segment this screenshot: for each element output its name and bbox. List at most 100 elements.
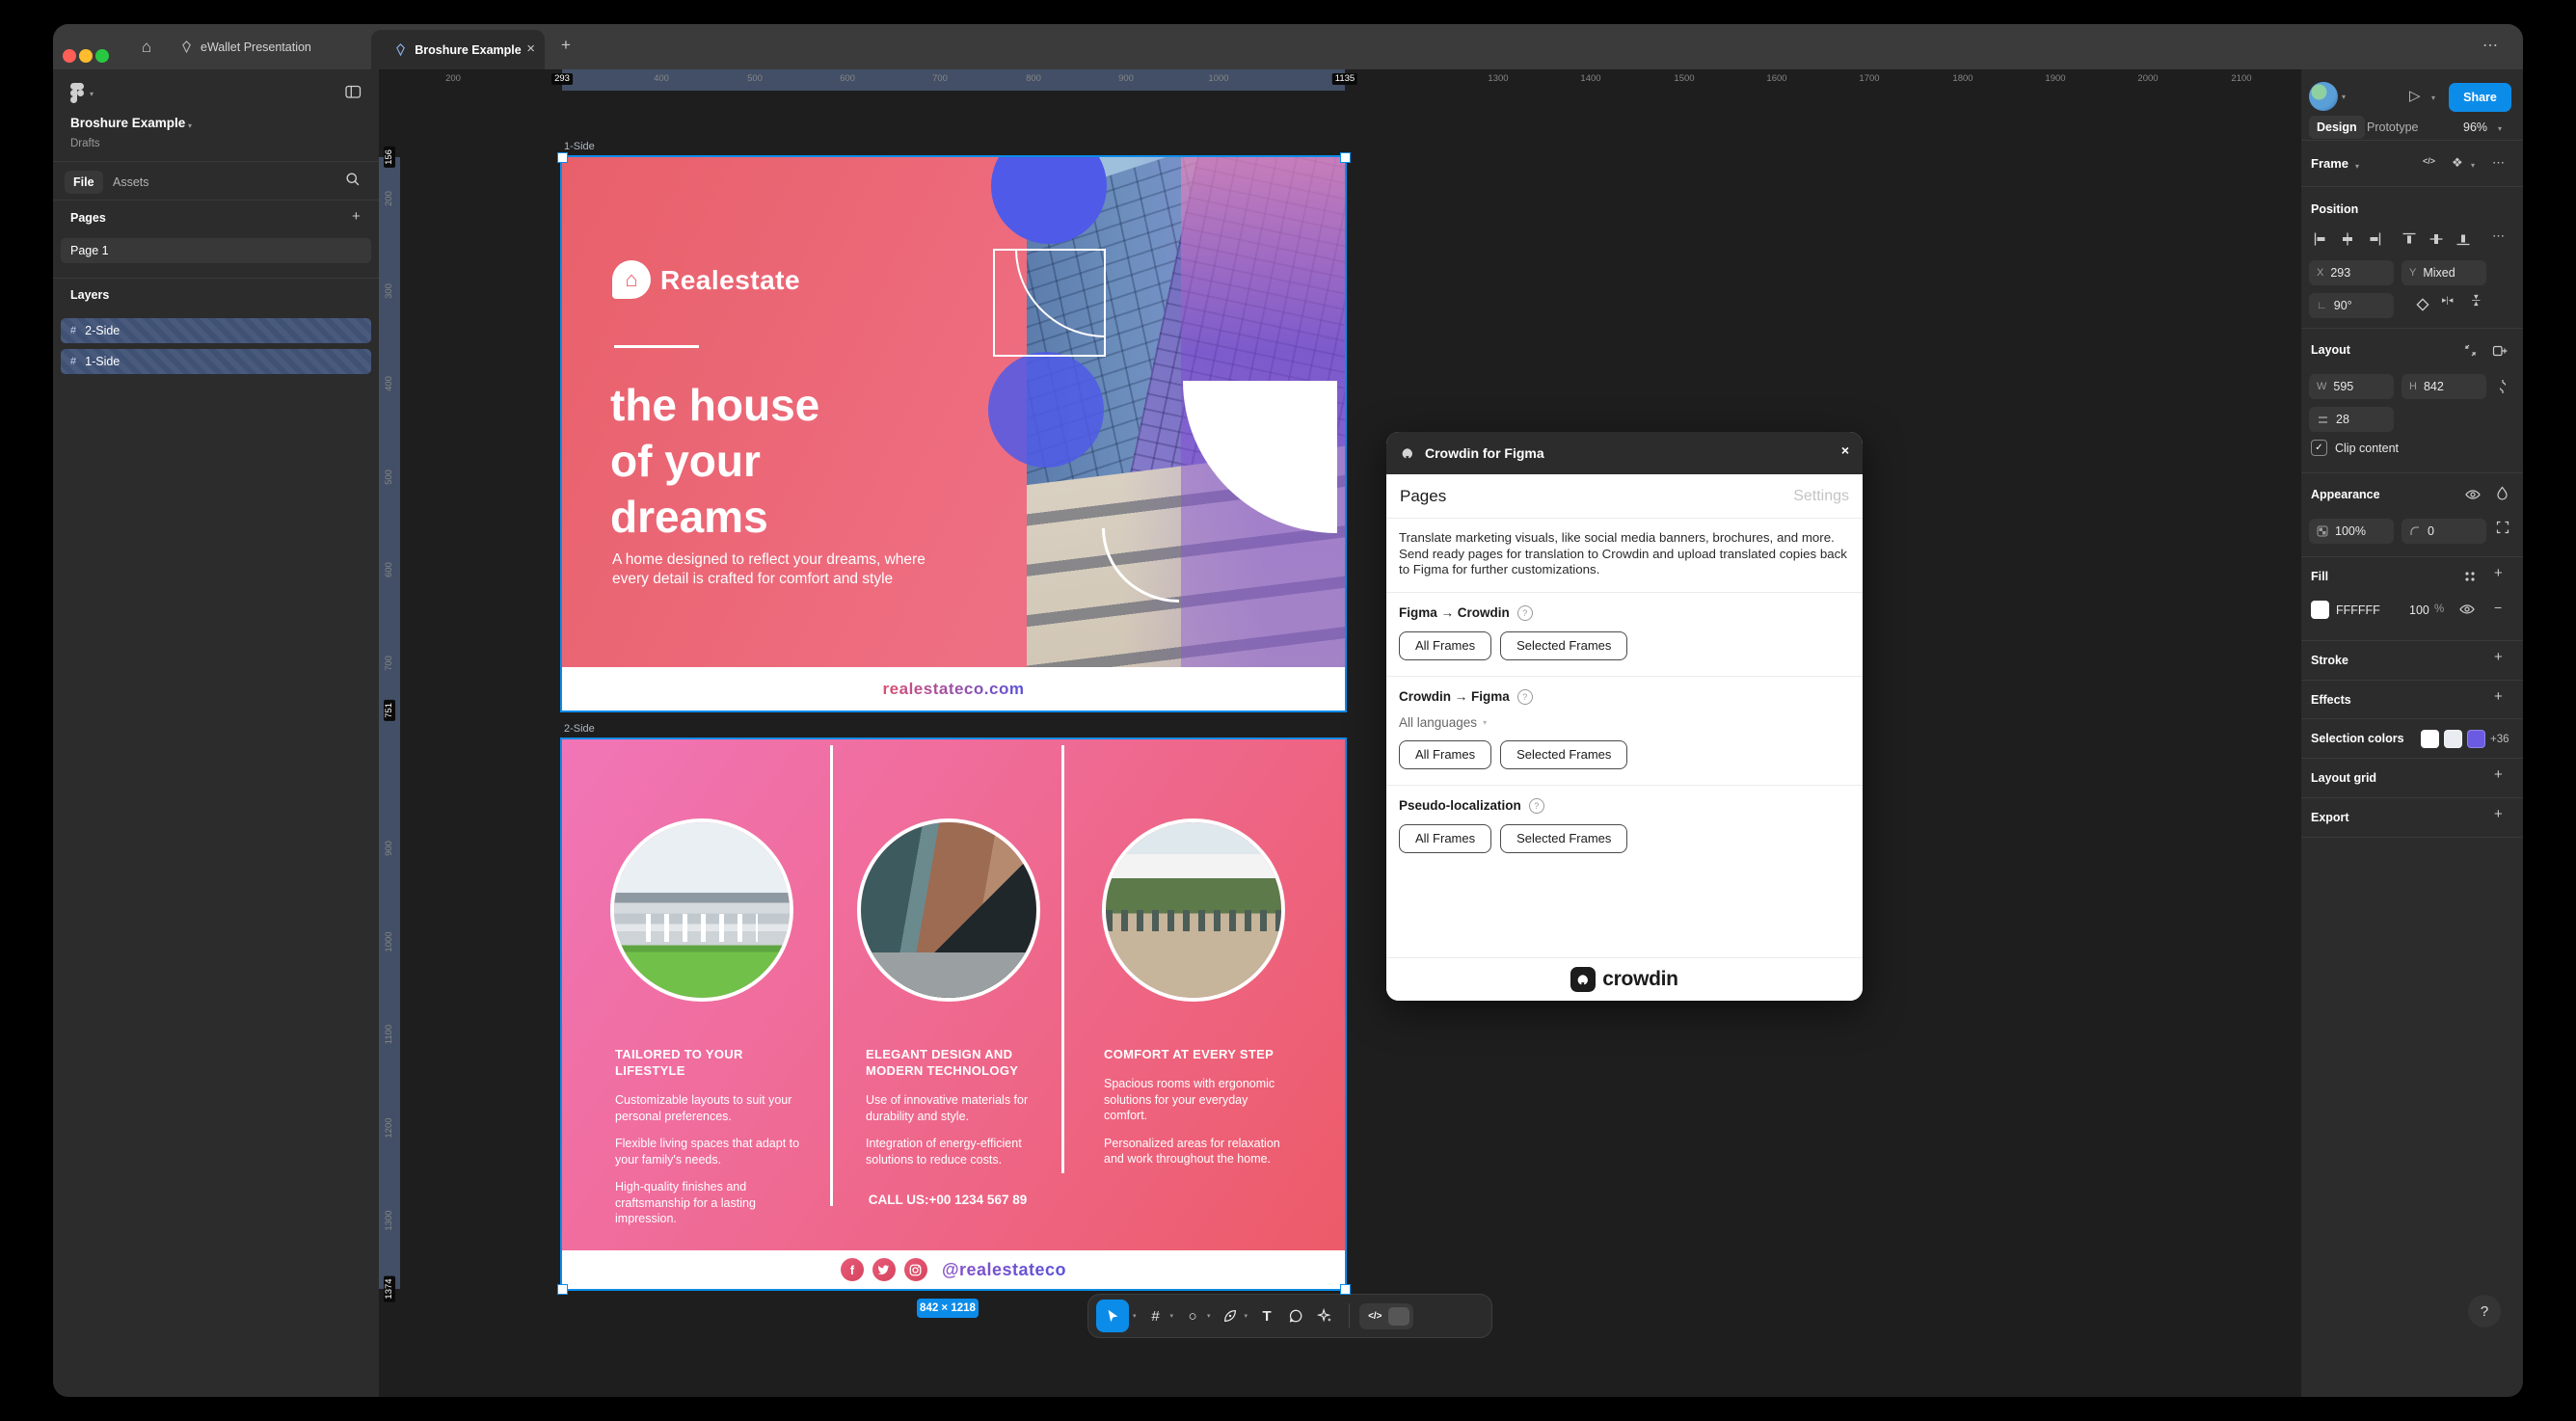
selection-color-swatch[interactable] bbox=[2444, 730, 2462, 748]
file-location[interactable]: Drafts bbox=[70, 138, 100, 149]
align-left-icon[interactable] bbox=[2313, 231, 2328, 247]
help-icon[interactable]: ? bbox=[1528, 797, 1544, 814]
zoom-window-button[interactable] bbox=[95, 49, 109, 63]
close-tab-icon[interactable]: × bbox=[526, 40, 535, 57]
eye-icon[interactable] bbox=[2465, 488, 2481, 501]
align-right-icon[interactable] bbox=[2367, 231, 2382, 247]
pen-tool-button[interactable] bbox=[1216, 1300, 1245, 1332]
selection-handle[interactable] bbox=[557, 152, 568, 163]
selected-frames-button[interactable]: Selected Frames bbox=[1500, 823, 1628, 853]
frame1-label[interactable]: 1-Side bbox=[564, 141, 595, 152]
selection-handle[interactable] bbox=[1340, 152, 1351, 163]
chevron-down-icon[interactable]: ▾ bbox=[2498, 124, 2502, 133]
close-icon[interactable]: × bbox=[1841, 442, 1849, 458]
selection-colors-more[interactable]: +36 bbox=[2490, 734, 2509, 745]
selection-handle[interactable] bbox=[1340, 1284, 1351, 1295]
independent-corners-icon[interactable] bbox=[2496, 521, 2509, 534]
all-frames-button[interactable]: All Frames bbox=[1399, 823, 1492, 853]
flip-vertical-icon[interactable]: ▸|◂ bbox=[2471, 295, 2482, 306]
add-stroke-icon[interactable]: + bbox=[2494, 649, 2503, 665]
align-horizontal-center-icon[interactable] bbox=[2340, 231, 2355, 247]
align-top-icon[interactable] bbox=[2402, 231, 2417, 247]
add-page-icon[interactable]: + bbox=[352, 208, 361, 225]
chevron-down-icon[interactable]: ▾ bbox=[2431, 94, 2435, 102]
frame-1-side[interactable]: ⌂ Realestate the house of your dreams A … bbox=[562, 157, 1345, 710]
close-window-button[interactable] bbox=[63, 49, 76, 63]
chevron-down-icon[interactable]: ▾ bbox=[188, 121, 192, 130]
search-icon[interactable] bbox=[345, 172, 361, 187]
chevron-down-icon[interactable]: ▾ bbox=[1207, 1312, 1211, 1320]
chevron-down-icon[interactable]: ▾ bbox=[2355, 162, 2359, 171]
tab-design[interactable]: Design bbox=[2309, 116, 2365, 139]
fill-opacity-value[interactable]: 100 bbox=[2409, 603, 2429, 617]
shape-tool-button[interactable]: ○ bbox=[1178, 1300, 1207, 1332]
selected-frames-button[interactable]: Selected Frames bbox=[1500, 630, 1628, 660]
chevron-down-icon[interactable]: ▾ bbox=[2471, 161, 2475, 170]
frame-2-side[interactable]: TAILORED TO YOUR LIFESTYLE Customizable … bbox=[562, 739, 1345, 1289]
chevron-down-icon[interactable]: ▾ bbox=[1245, 1312, 1248, 1320]
dialog-titlebar[interactable]: Crowdin for Figma × bbox=[1386, 432, 1863, 474]
rotate-icon[interactable] bbox=[2415, 297, 2430, 312]
layer-item-1-side[interactable]: # 1-Side bbox=[61, 349, 371, 374]
add-auto-layout-icon[interactable] bbox=[2492, 343, 2508, 359]
help-icon[interactable]: ? bbox=[1516, 604, 1533, 621]
all-frames-button[interactable]: All Frames bbox=[1399, 739, 1492, 769]
chevron-down-icon[interactable]: ▾ bbox=[1133, 1312, 1137, 1320]
canvas[interactable]: 200 293 400 500 600 700 800 900 1000 1135 1300 1400… bbox=[379, 69, 2301, 1397]
align-vertical-center-icon[interactable] bbox=[2428, 231, 2444, 247]
opacity-input[interactable]: 100% bbox=[2309, 519, 2394, 544]
selection-handle[interactable] bbox=[557, 1284, 568, 1295]
width-input[interactable]: W 595 bbox=[2309, 374, 2394, 399]
add-fill-icon[interactable]: + bbox=[2494, 565, 2503, 581]
actions-tool-button[interactable] bbox=[1310, 1300, 1339, 1332]
clip-content-checkbox[interactable]: ✓ bbox=[2311, 440, 2327, 456]
help-icon[interactable]: ? bbox=[1516, 688, 1533, 705]
more-icon[interactable]: ⋯ bbox=[2492, 155, 2505, 171]
frame-tool-button[interactable]: # bbox=[1141, 1300, 1170, 1332]
component-icon[interactable]: ❖ bbox=[2452, 155, 2463, 171]
styles-icon[interactable] bbox=[2463, 570, 2477, 583]
code-icon[interactable]: </> bbox=[2423, 156, 2435, 166]
selection-color-swatch[interactable] bbox=[2421, 730, 2439, 748]
rotation-input[interactable]: ∟ 90° bbox=[2309, 293, 2394, 318]
y-position-input[interactable]: Y Mixed bbox=[2402, 260, 2486, 285]
frame2-label[interactable]: 2-Side bbox=[564, 723, 595, 735]
panel-toggle-icon[interactable] bbox=[345, 85, 362, 99]
file-name[interactable]: Broshure Example bbox=[70, 116, 185, 130]
comment-tool-button[interactable] bbox=[1281, 1300, 1310, 1332]
tab-prototype[interactable]: Prototype bbox=[2367, 121, 2419, 134]
page-item-page1[interactable]: Page 1 bbox=[61, 238, 371, 263]
add-layout-grid-icon[interactable]: + bbox=[2494, 766, 2503, 783]
chevron-down-icon[interactable]: ▾ bbox=[90, 90, 94, 98]
tab-file[interactable]: File bbox=[65, 171, 103, 194]
corner-radius-input[interactable]: 0 bbox=[2402, 519, 2486, 544]
add-effect-icon[interactable]: + bbox=[2494, 688, 2503, 705]
present-play-icon[interactable]: ▷ bbox=[2409, 87, 2421, 104]
tab-settings[interactable]: Settings bbox=[1793, 488, 1849, 505]
resize-to-fit-icon[interactable] bbox=[2463, 343, 2478, 358]
constrain-proportions-icon[interactable] bbox=[2496, 378, 2509, 395]
layer-item-2-side[interactable]: # 2-Side bbox=[61, 318, 371, 343]
selection-type-label[interactable]: Frame bbox=[2311, 156, 2348, 171]
tab-broshure-example[interactable]: Broshure Example × bbox=[371, 30, 545, 69]
more-align-icon[interactable]: ⋯ bbox=[2492, 228, 2505, 244]
new-tab-button[interactable]: + bbox=[561, 36, 571, 55]
fill-color-swatch[interactable] bbox=[2311, 601, 2329, 619]
dev-mode-toggle[interactable]: </> bbox=[1359, 1302, 1413, 1329]
gap-input[interactable]: 28 bbox=[2309, 407, 2394, 432]
help-button[interactable]: ? bbox=[2468, 1295, 2501, 1327]
fill-hex-value[interactable]: FFFFFF bbox=[2336, 603, 2380, 617]
add-export-icon[interactable]: + bbox=[2494, 806, 2503, 822]
figma-logo-icon[interactable] bbox=[70, 83, 84, 103]
languages-dropdown[interactable]: All languages ▾ bbox=[1399, 715, 1850, 730]
x-position-input[interactable]: X 293 bbox=[2309, 260, 2394, 285]
blend-droplet-icon[interactable] bbox=[2496, 486, 2509, 501]
minimize-window-button[interactable] bbox=[79, 49, 93, 63]
selection-color-swatch[interactable] bbox=[2467, 730, 2485, 748]
tab-pages[interactable]: Pages bbox=[1400, 487, 1446, 506]
selected-frames-button[interactable]: Selected Frames bbox=[1500, 739, 1628, 769]
tab-ewallet-presentation[interactable]: eWallet Presentation bbox=[167, 24, 325, 69]
titlebar-more-icon[interactable]: ⋯ bbox=[2482, 36, 2499, 55]
move-tool-button[interactable] bbox=[1096, 1300, 1129, 1332]
align-bottom-icon[interactable] bbox=[2455, 231, 2471, 247]
